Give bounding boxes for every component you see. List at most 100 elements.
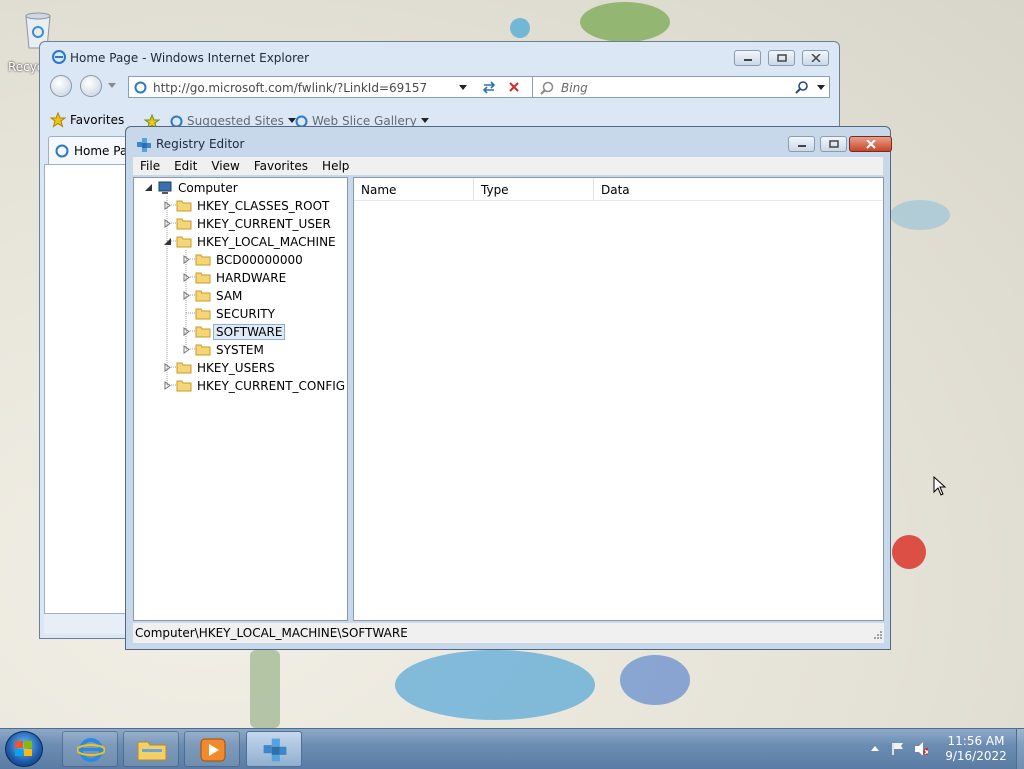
- tree-node-bcd00000000[interactable]: BCD00000000: [182, 251, 303, 268]
- tree-node-security[interactable]: SECURITY: [182, 305, 275, 322]
- wallpaper-dot: [510, 18, 530, 38]
- tree-node-label: HARDWARE: [216, 270, 287, 285]
- menu-view[interactable]: View: [204, 157, 246, 175]
- tree-node-label: SAM: [216, 288, 243, 303]
- refresh-icon[interactable]: [481, 79, 497, 95]
- folder-icon: [195, 308, 211, 320]
- menu-file[interactable]: File: [133, 157, 167, 175]
- registry-values-list[interactable]: Name Type Data: [353, 177, 884, 621]
- back-button[interactable]: [50, 75, 72, 97]
- address-dropdown-icon[interactable]: [459, 85, 467, 91]
- tree-node-hkey-local-machine[interactable]: HKEY_LOCAL_MACHINE: [163, 233, 336, 250]
- menu-edit[interactable]: Edit: [167, 157, 204, 175]
- favorites-button[interactable]: Favorites: [50, 110, 124, 130]
- registry-editor-window[interactable]: Registry Editor File Edit View Favorites…: [125, 126, 892, 650]
- ie-maximize-button[interactable]: [768, 50, 795, 66]
- ie-close-button[interactable]: [802, 50, 829, 66]
- column-header-name[interactable]: Name: [354, 178, 474, 200]
- registry-tree-view[interactable]: Computer HKEY_CLASSES_ROOT HKEY_CURRENT_…: [133, 177, 348, 621]
- ie-titlebar[interactable]: Home Page - Windows Internet Explorer: [40, 42, 839, 74]
- taskbar-registry-editor[interactable]: [246, 731, 302, 767]
- expand-arrow-icon[interactable]: [182, 327, 191, 336]
- wallpaper-stem: [250, 650, 280, 728]
- folder-icon: [176, 362, 192, 374]
- wallpaper-leaf: [580, 2, 670, 42]
- tree-node-label: HKEY_LOCAL_MACHINE: [197, 234, 336, 249]
- maximize-icon: [829, 140, 839, 148]
- wallpaper-splash-2: [620, 655, 690, 705]
- tree-node-hardware[interactable]: HARDWARE: [182, 269, 286, 286]
- collapse-arrow-icon[interactable]: [144, 183, 153, 192]
- tree-node-system[interactable]: SYSTEM: [182, 341, 264, 358]
- maximize-icon: [777, 54, 787, 62]
- tree-node-computer[interactable]: Computer: [144, 179, 238, 196]
- tree-node-label-selected: SOFTWARE: [213, 323, 286, 340]
- tree-node-sam[interactable]: SAM: [182, 287, 242, 304]
- regedit-maximize-button[interactable]: [820, 136, 847, 152]
- folder-icon: [176, 380, 192, 392]
- tree-node-label: BCD00000000: [216, 252, 303, 267]
- taskbar-internet-explorer[interactable]: [62, 731, 118, 767]
- menu-help[interactable]: Help: [315, 157, 356, 175]
- tree-node-hkey-users[interactable]: HKEY_USERS: [163, 359, 275, 376]
- stop-icon[interactable]: [506, 79, 522, 95]
- start-button[interactable]: [5, 731, 43, 767]
- regedit-window-title: Registry Editor: [156, 137, 245, 151]
- taskbar-media-player[interactable]: [184, 731, 240, 767]
- ie-page-icon: [55, 144, 69, 158]
- folder-icon: [195, 272, 211, 284]
- mouse-cursor-icon: [933, 476, 947, 496]
- resize-grip-icon[interactable]: [872, 629, 882, 639]
- chevron-down-icon: [420, 118, 429, 123]
- regedit-minimize-button[interactable]: [788, 136, 815, 152]
- tree-node-label: HKEY_USERS: [197, 360, 275, 375]
- favorites-label: Favorites: [70, 113, 125, 127]
- forward-button[interactable]: [80, 75, 102, 97]
- regedit-titlebar[interactable]: Registry Editor: [126, 127, 892, 157]
- search-icon[interactable]: [795, 80, 809, 94]
- status-path: Computer\HKEY_LOCAL_MACHINE\SOFTWARE: [135, 626, 408, 640]
- tree-node-software[interactable]: SOFTWARE: [182, 323, 286, 340]
- folder-icon: [195, 326, 211, 338]
- no-expander: [182, 309, 191, 318]
- taskbar: 11:56 AM 9/16/2022: [0, 728, 1024, 769]
- clock-time: 11:56 AM: [947, 734, 1005, 748]
- regedit-close-button[interactable]: [849, 136, 892, 152]
- search-placeholder: Bing: [561, 81, 588, 95]
- ie-minimize-button[interactable]: [734, 50, 761, 66]
- expand-arrow-icon[interactable]: [182, 255, 191, 264]
- taskbar-windows-explorer[interactable]: [123, 731, 179, 767]
- expand-arrow-icon[interactable]: [182, 345, 191, 354]
- folder-icon: [137, 741, 167, 761]
- system-clock[interactable]: 11:56 AM 9/16/2022: [938, 734, 1014, 764]
- expand-arrow-icon[interactable]: [163, 201, 172, 210]
- folder-icon: [195, 290, 211, 302]
- recent-pages-dropdown-icon[interactable]: [108, 83, 116, 89]
- collapse-arrow-icon[interactable]: [163, 237, 172, 246]
- expand-arrow-icon[interactable]: [182, 291, 191, 300]
- tree-node-hkey-classes-root[interactable]: HKEY_CLASSES_ROOT: [163, 197, 329, 214]
- menu-favorites[interactable]: Favorites: [247, 157, 315, 175]
- expand-arrow-icon[interactable]: [163, 219, 172, 228]
- close-icon: [866, 140, 876, 149]
- tree-node-hkey-current-user[interactable]: HKEY_CURRENT_USER: [163, 215, 331, 232]
- expand-arrow-icon[interactable]: [182, 273, 191, 282]
- ie-navigation-bar: http://go.microsoft.com/fwlink/?LinkId=6…: [40, 72, 837, 104]
- expand-arrow-icon[interactable]: [163, 381, 172, 390]
- show-hidden-icons-icon[interactable]: [870, 744, 884, 758]
- tree-node-hkey-current-config[interactable]: HKEY_CURRENT_CONFIG: [163, 377, 345, 394]
- show-desktop-button[interactable]: [1016, 729, 1024, 769]
- volume-muted-icon[interactable]: [914, 741, 928, 755]
- search-box[interactable]: Bing: [532, 76, 830, 98]
- ie-window-title: Home Page - Windows Internet Explorer: [70, 51, 310, 65]
- regedit-status-bar: Computer\HKEY_LOCAL_MACHINE\SOFTWARE: [133, 623, 884, 643]
- search-provider-dropdown-icon[interactable]: [817, 85, 825, 91]
- internet-explorer-icon: [77, 738, 105, 762]
- action-center-flag-icon[interactable]: [890, 741, 904, 755]
- address-bar[interactable]: http://go.microsoft.com/fwlink/?LinkId=6…: [128, 76, 538, 98]
- column-header-type[interactable]: Type: [474, 178, 594, 200]
- tree-node-label: HKEY_CLASSES_ROOT: [197, 198, 330, 213]
- column-header-data[interactable]: Data: [594, 178, 883, 200]
- wallpaper-ladybug: [892, 535, 926, 569]
- expand-arrow-icon[interactable]: [163, 363, 172, 372]
